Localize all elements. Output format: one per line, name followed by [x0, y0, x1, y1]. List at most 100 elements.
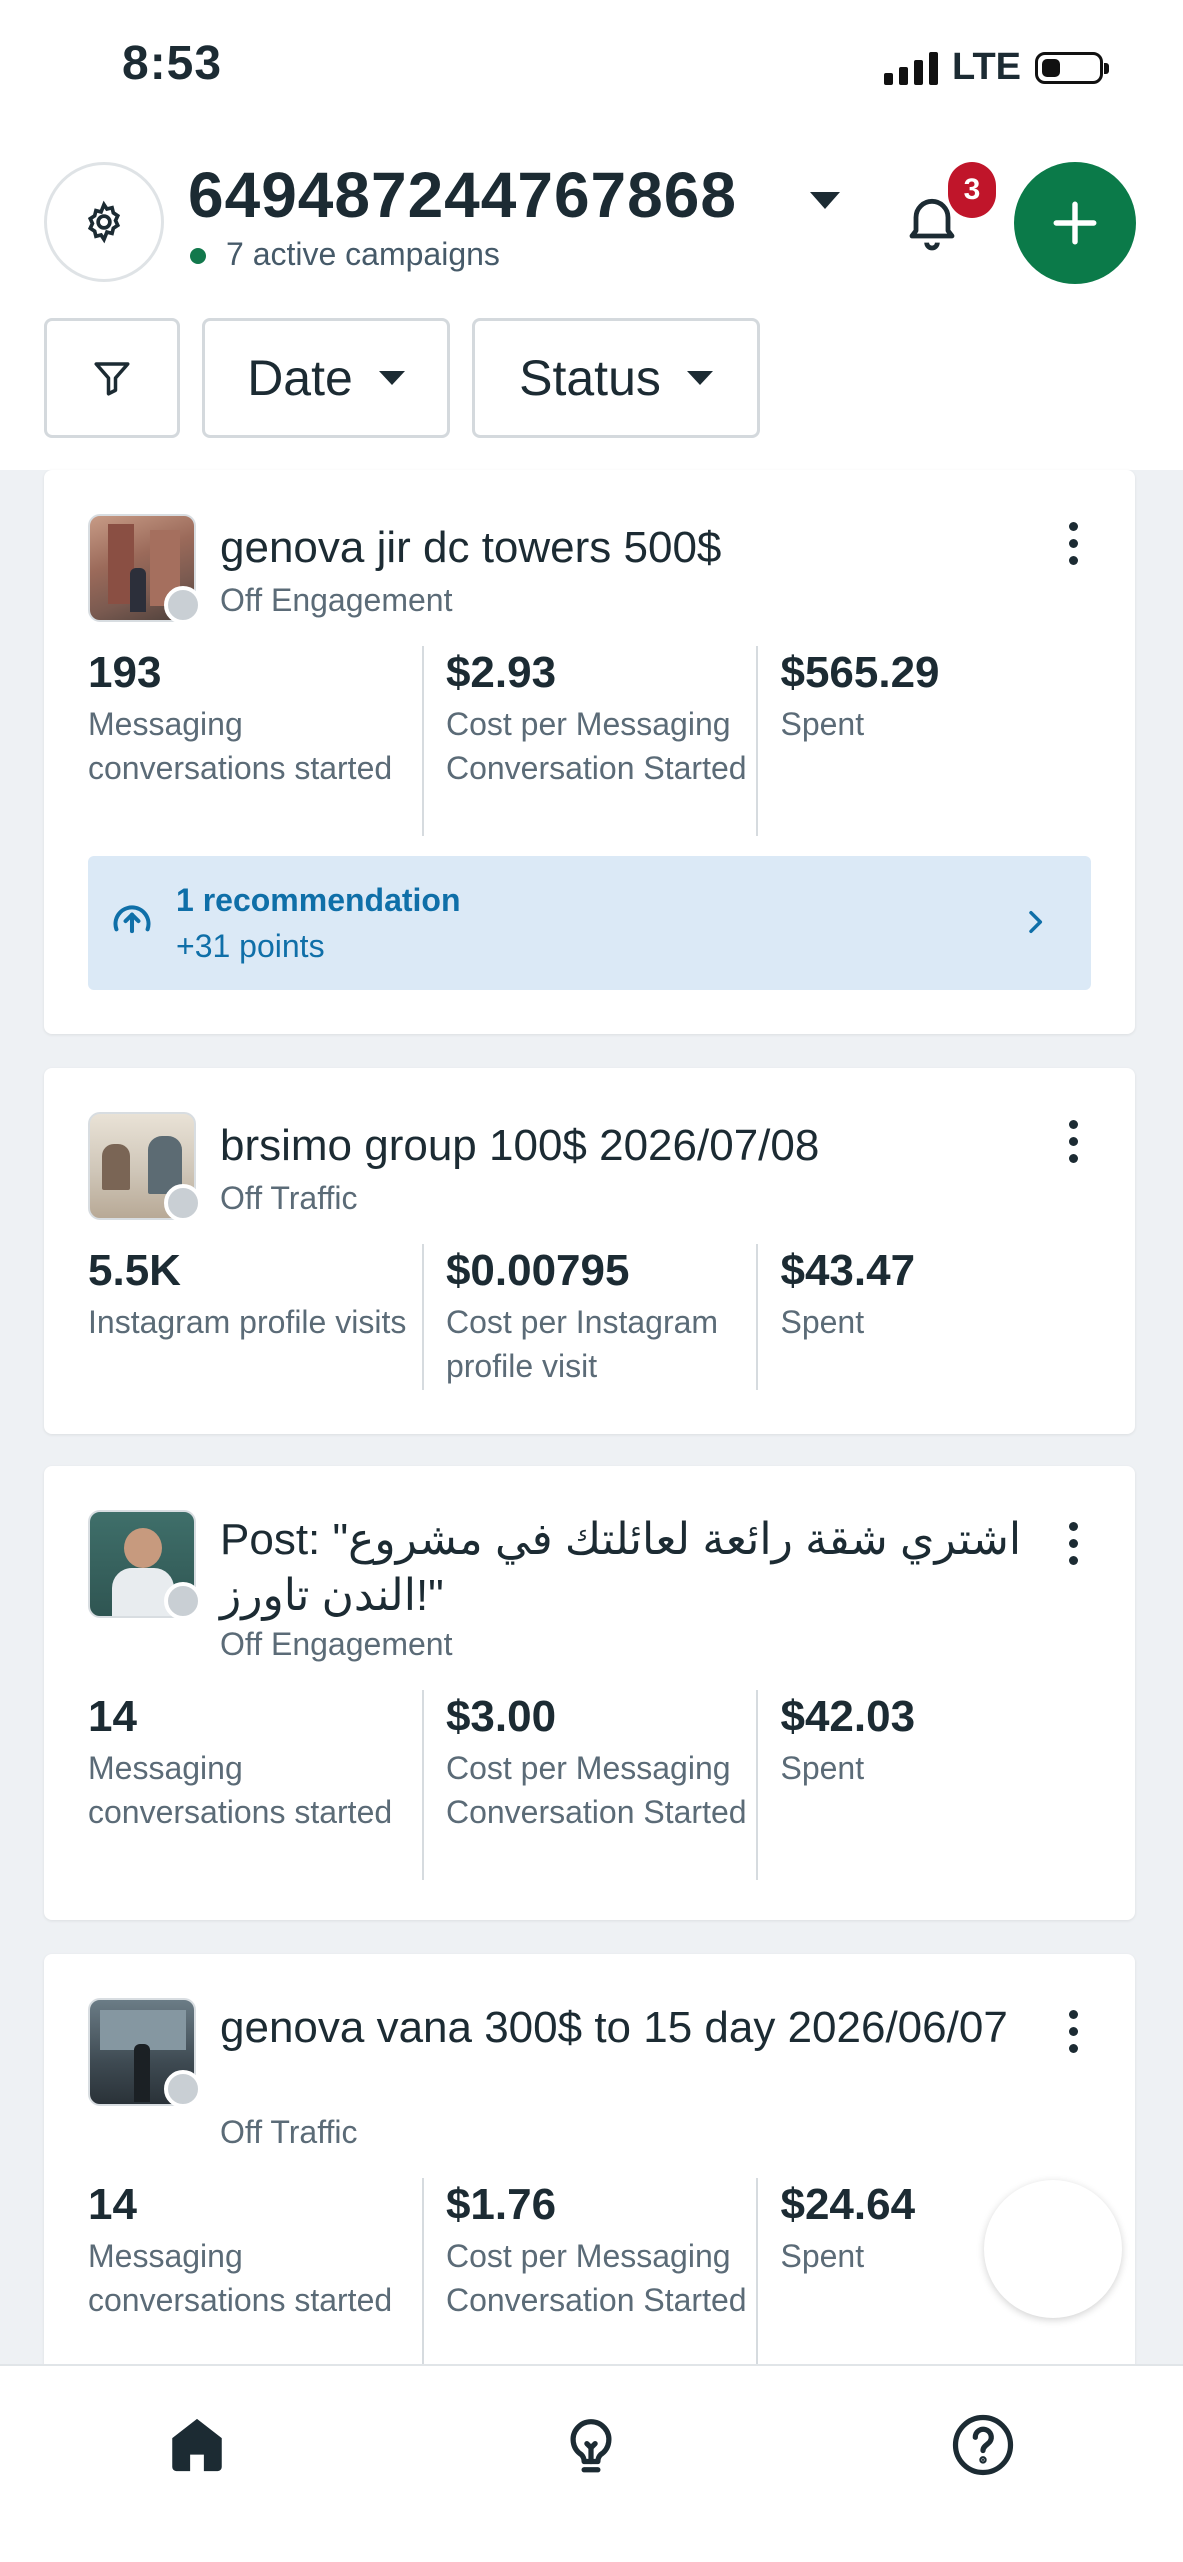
campaign-status: Off Engagement [220, 1626, 452, 1663]
metric-value: 193 [88, 648, 162, 697]
more-options-icon[interactable] [1069, 1522, 1079, 1565]
campaign-title[interactable]: genova jir dc towers 500$ [220, 520, 1040, 576]
metric-cost: $0.00795 Cost per Instagram profile visi… [421, 1244, 757, 1390]
campaign-title[interactable]: genova vana 300$ to 15 day 2026/06/07 [220, 2000, 1040, 2056]
status-bar: 8:53 LTE [0, 0, 1183, 140]
active-status-dot [190, 248, 206, 264]
campaign-objective: Traffic [270, 2114, 358, 2150]
metric-value: $1.76 [445, 2180, 557, 2229]
signal-icon [884, 51, 939, 85]
metric-value: $0.00795 [445, 1246, 630, 1295]
metric-label: Messaging conversations started [88, 706, 393, 786]
campaign-status: Off Traffic [220, 2114, 358, 2151]
status-filter-label: Status [519, 350, 661, 406]
filter-icon [94, 362, 130, 396]
metric-results: 14 Messaging conversations started [88, 1690, 422, 1880]
campaign-title[interactable]: Post: "اشتري شقة رائعة لعائلتك في مشروع … [220, 1512, 1040, 1624]
metric-cost: $3.00 Cost per Messaging Conversation St… [421, 1690, 757, 1880]
header: 649487244767868 7 active campaigns 3 Dat… [0, 140, 1183, 470]
date-filter-label: Date [247, 350, 353, 406]
arrow-up-circle-icon [113, 905, 151, 934]
metric-label: Cost per Instagram profile visit [445, 1304, 719, 1384]
recommendation-banner[interactable]: 1 recommendation +31 points [88, 856, 1091, 990]
campaign-status-dot [164, 586, 202, 624]
battery-icon [1035, 51, 1109, 84]
metric-cost: $1.76 Cost per Messaging Conversation St… [421, 2178, 757, 2368]
lightbulb-icon [570, 2419, 612, 2473]
campaign-metrics: 14 Messaging conversations started $1.76… [88, 2178, 1091, 2368]
chevron-down-icon [378, 371, 405, 385]
metric-results: 5.5K Instagram profile visits [88, 1244, 422, 1390]
filter-row: Date Status [44, 318, 760, 438]
metric-spent: $565.29 Spent [756, 646, 1091, 836]
chevron-right-icon [1029, 910, 1043, 934]
metric-label: Spent [780, 706, 865, 742]
campaign-metrics: 14 Messaging conversations started $3.00… [88, 1690, 1091, 1880]
campaign-card[interactable]: brsimo group 100$ 2026/07/08 Off Traffic… [44, 1068, 1135, 1434]
metric-value: 5.5K [88, 1246, 181, 1295]
campaign-objective: Engagement [270, 582, 453, 618]
metric-spent: $43.47 Spent [756, 1244, 1091, 1390]
campaign-status: Off Traffic [220, 1180, 358, 1217]
recommendation-points: +31 points [176, 928, 325, 964]
metric-label: Cost per Messaging Conversation Started [445, 1750, 747, 1830]
home-icon [172, 2418, 222, 2472]
help-icon [952, 2414, 1014, 2476]
metric-value: 14 [88, 2180, 137, 2229]
metric-label: Cost per Messaging Conversation Started [445, 706, 747, 786]
settings-button[interactable] [44, 162, 164, 282]
campaign-metrics: 5.5K Instagram profile visits $0.00795 C… [88, 1244, 1091, 1390]
metric-value: $3.00 [445, 1692, 557, 1741]
campaign-title[interactable]: brsimo group 100$ 2026/07/08 [220, 1118, 1040, 1174]
metric-label: Messaging conversations started [88, 1750, 393, 1830]
metric-label: Cost per Messaging Conversation Started [445, 2238, 747, 2318]
campaign-card[interactable]: genova vana 300$ to 15 day 2026/06/07 Of… [44, 1954, 1135, 2414]
campaign-status-text: Off [220, 2114, 263, 2150]
campaign-status-dot [164, 2070, 202, 2108]
campaign-status-text: Off [220, 582, 263, 618]
account-id[interactable]: 649487244767868 [188, 158, 737, 232]
more-options-icon[interactable] [1069, 2010, 1079, 2053]
status-time: 8:53 [122, 37, 223, 90]
campaign-status-text: Off [220, 1180, 263, 1216]
campaign-status-dot [164, 1184, 202, 1222]
metric-results: 14 Messaging conversations started [88, 2178, 422, 2368]
nav-recommendations[interactable] [558, 2412, 624, 2483]
more-options-icon[interactable] [1069, 1120, 1079, 1163]
status-indicators: LTE [884, 46, 1109, 89]
active-campaigns-count: 7 active campaigns [226, 236, 500, 272]
campaign-card[interactable]: Post: "اشتري شقة رائعة لعائلتك في مشروع … [44, 1466, 1135, 1920]
metric-cost: $2.93 Cost per Messaging Conversation St… [421, 646, 757, 836]
recommendation-title: 1 recommendation [176, 882, 461, 918]
campaign-objective: Traffic [270, 1180, 358, 1216]
account-dropdown-icon[interactable] [810, 192, 840, 209]
metric-value: $42.03 [780, 1692, 916, 1741]
metric-label: Spent [780, 1750, 865, 1786]
metric-value: $2.93 [445, 648, 557, 697]
campaign-status-dot [164, 1582, 202, 1620]
date-filter-button[interactable]: Date [202, 318, 450, 438]
nav-home[interactable] [164, 2412, 230, 2483]
metric-value: $565.29 [780, 648, 940, 697]
chevron-down-icon [686, 371, 713, 385]
metric-value: 14 [88, 1692, 137, 1741]
bottom-navigation [0, 2364, 1183, 2562]
metric-label: Messaging conversations started [88, 2238, 393, 2318]
filter-button[interactable] [44, 318, 180, 438]
metric-label: Spent [780, 1304, 865, 1340]
floating-action-button[interactable] [984, 2180, 1122, 2318]
network-label: LTE [952, 46, 1021, 88]
metric-results: 193 Messaging conversations started [88, 646, 422, 836]
campaign-status-text: Off [220, 1626, 263, 1662]
status-filter-button[interactable]: Status [472, 318, 760, 438]
metric-spent: $42.03 Spent [756, 1690, 1091, 1880]
metric-label: Instagram profile visits [88, 1304, 407, 1340]
campaign-status: Off Engagement [220, 582, 452, 619]
campaign-objective: Engagement [270, 1626, 453, 1662]
metric-value: $43.47 [780, 1246, 916, 1295]
more-options-icon[interactable] [1069, 522, 1079, 565]
notification-badge: 3 [948, 162, 996, 218]
create-campaign-button[interactable] [1014, 162, 1136, 284]
campaign-card[interactable]: genova jir dc towers 500$ Off Engagement… [44, 470, 1135, 1034]
nav-help[interactable] [950, 2412, 1016, 2483]
